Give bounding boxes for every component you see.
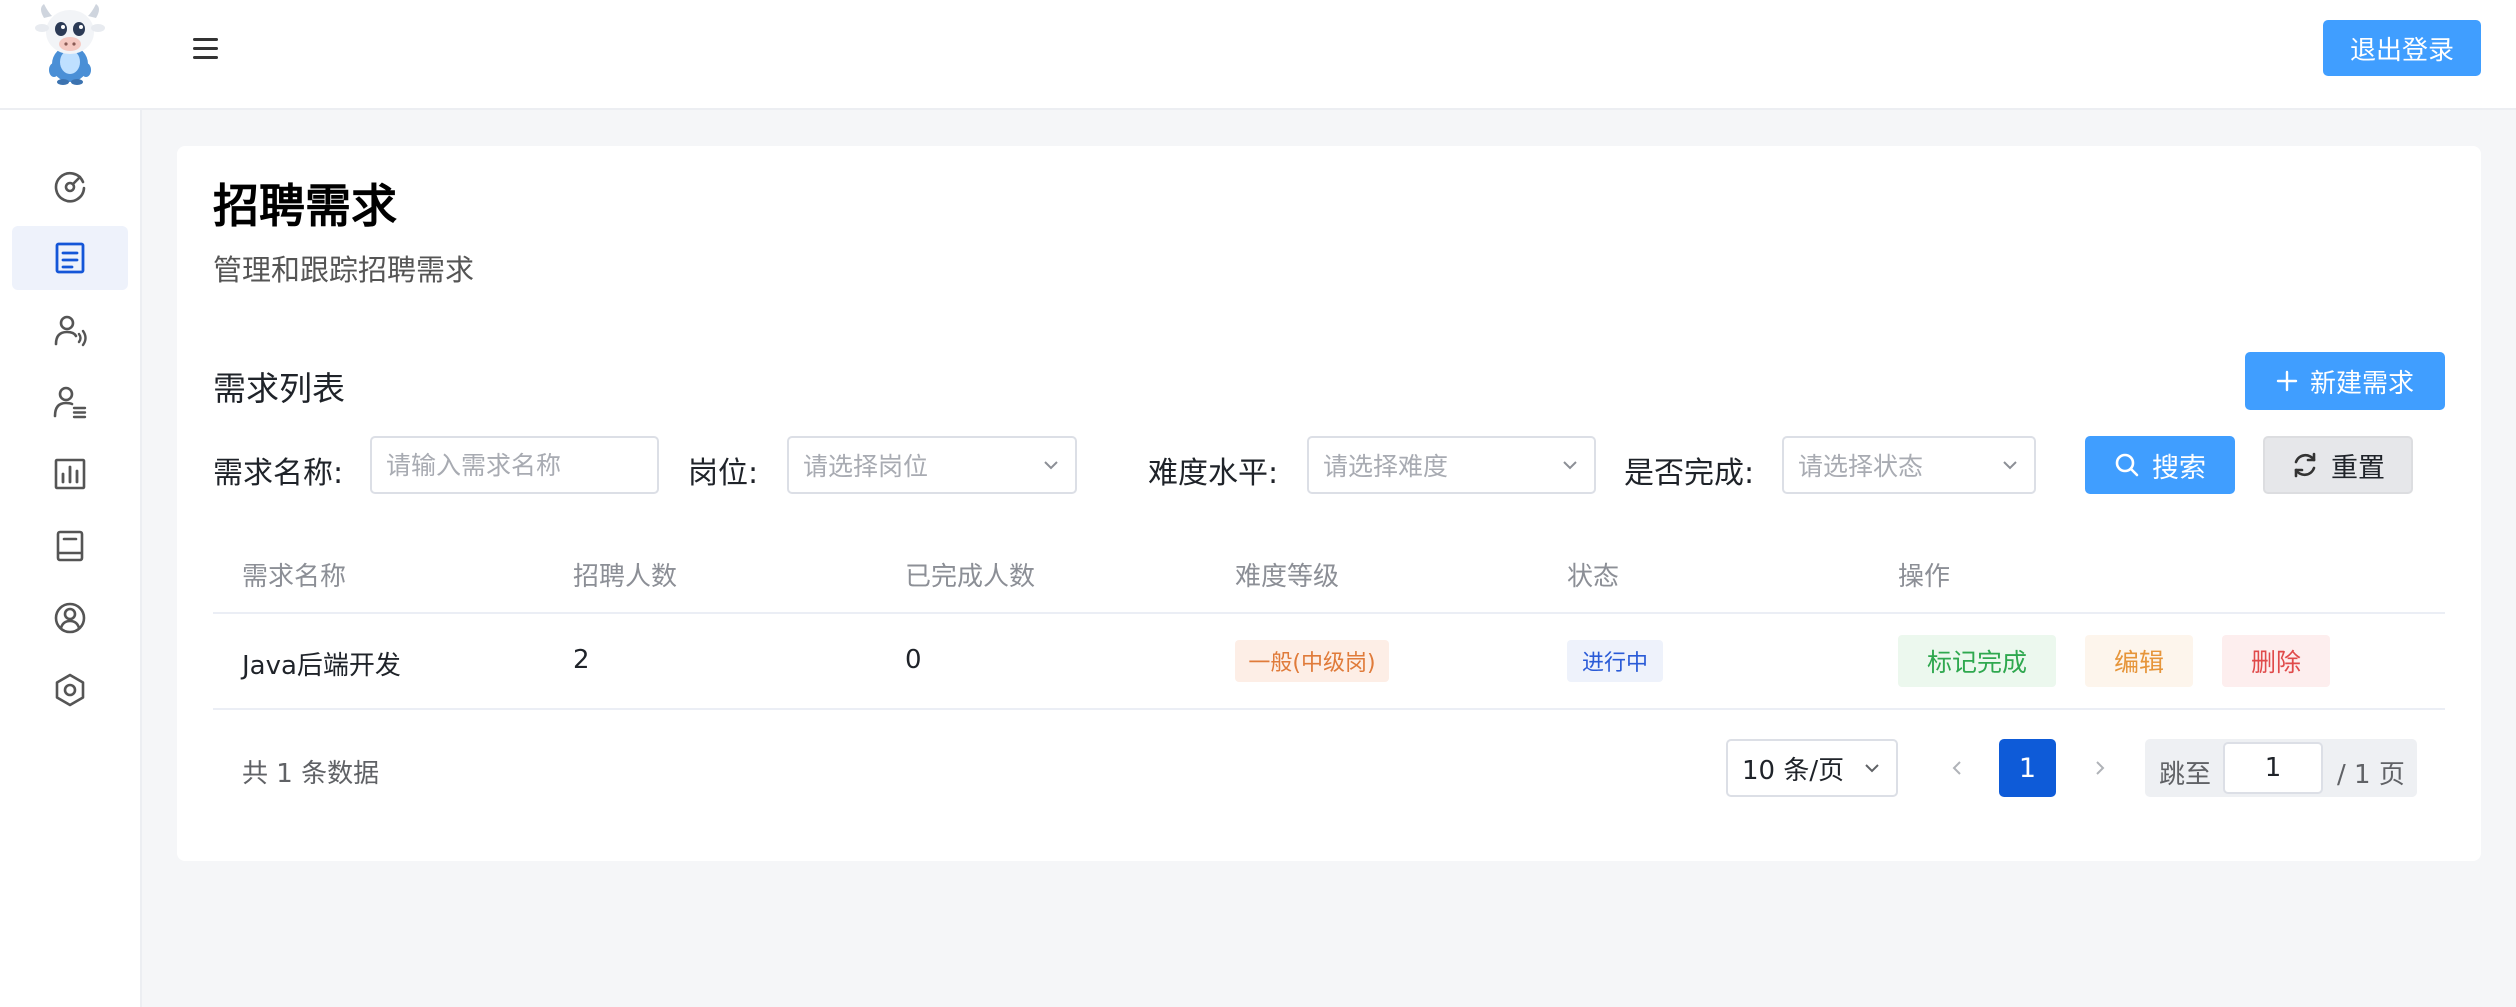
filter-difficulty-label: 难度水平:	[1148, 456, 1279, 491]
cell-name: Java后端开发	[242, 651, 401, 681]
jump-suffix: / 1 页	[2337, 760, 2405, 790]
sidebar-item-profile[interactable]	[12, 586, 128, 650]
search-label: 搜索	[2152, 452, 2206, 484]
column-header-name: 需求名称	[242, 562, 347, 592]
filter-status-placeholder: 请选择状态	[1798, 452, 1924, 481]
page-size-value: 10 条/页	[1742, 755, 1845, 786]
filter-name-input[interactable]	[370, 436, 659, 494]
sidebar-item-requirements[interactable]	[12, 226, 128, 290]
sidebar-item-settings[interactable]	[12, 658, 128, 722]
cell-completed: 0	[905, 645, 922, 675]
settings-hexagon-icon	[55, 673, 85, 707]
mark-complete-button[interactable]: 标记完成	[1898, 635, 2056, 687]
dashboard-gauge-icon	[54, 172, 86, 203]
filter-name-label: 需求名称:	[213, 456, 344, 491]
page-subtitle: 管理和跟踪招聘需求	[213, 253, 475, 287]
table-row-divider	[213, 708, 2445, 710]
chevron-down-icon	[1563, 461, 1577, 470]
difficulty-tag: 一般(中级岗)	[1235, 640, 1389, 682]
filter-position-label: 岗位:	[688, 456, 759, 491]
reset-button[interactable]: 重置	[2263, 436, 2413, 494]
column-header-count: 招聘人数	[573, 562, 678, 592]
new-requirement-button[interactable]: 新建需求	[2245, 352, 2445, 410]
cell-count: 2	[573, 645, 590, 675]
chevron-down-icon	[1044, 461, 1058, 470]
logout-button[interactable]: 退出登录	[2323, 20, 2481, 76]
filter-difficulty-select[interactable]: 请选择难度	[1307, 436, 1596, 494]
page-title: 招聘需求	[213, 179, 397, 233]
page-jumper: 跳至 / 1 页	[2145, 739, 2417, 797]
bar-chart-icon	[54, 458, 86, 490]
user-list-icon	[53, 386, 87, 419]
filter-status-label: 是否完成:	[1624, 456, 1755, 491]
delete-button[interactable]: 删除	[2222, 635, 2330, 687]
filter-position-placeholder: 请选择岗位	[803, 452, 929, 481]
sidebar-item-knowledge[interactable]	[12, 514, 128, 578]
sidebar-item-interviews[interactable]	[12, 370, 128, 434]
filter-position-select[interactable]: 请选择岗位	[787, 436, 1077, 494]
book-icon	[56, 530, 84, 562]
jump-page-input[interactable]	[2223, 742, 2323, 794]
chevron-down-icon	[1865, 764, 1879, 773]
reset-label: 重置	[2331, 452, 2385, 484]
filter-status-select[interactable]: 请选择状态	[1782, 436, 2036, 494]
refresh-icon	[2294, 452, 2316, 478]
search-icon	[2115, 453, 2139, 477]
user-voice-icon	[54, 315, 87, 347]
menu-toggle-icon[interactable]	[190, 34, 224, 64]
column-header-actions: 操作	[1898, 562, 1951, 592]
top-header: 退出登录	[0, 0, 2516, 110]
next-page-button[interactable]	[2080, 744, 2120, 792]
cow-mascot-logo	[30, 2, 110, 86]
edit-button[interactable]: 编辑	[2085, 635, 2193, 687]
document-list-icon	[55, 242, 85, 274]
jump-label: 跳至	[2159, 760, 2212, 790]
chevron-right-icon	[2096, 761, 2105, 775]
main-card	[177, 146, 2481, 861]
sidebar-item-dashboard[interactable]	[12, 154, 128, 218]
search-button[interactable]: 搜索	[2085, 436, 2235, 494]
chevron-down-icon	[2003, 461, 2017, 470]
new-requirement-label: 新建需求	[2309, 368, 2414, 399]
section-title: 需求列表	[213, 369, 345, 408]
status-badge: 进行中	[1567, 640, 1663, 682]
column-header-status: 状态	[1567, 562, 1620, 592]
table-header-divider	[213, 612, 2445, 614]
prev-page-button[interactable]	[1937, 744, 1977, 792]
filter-difficulty-placeholder: 请选择难度	[1323, 452, 1449, 481]
chevron-left-icon	[1952, 761, 1961, 775]
column-header-difficulty: 难度等级	[1235, 562, 1340, 592]
user-circle-icon	[54, 602, 86, 634]
total-count: 共 1 条数据	[242, 759, 380, 789]
sidebar-item-statistics[interactable]	[12, 442, 128, 506]
page-size-select[interactable]: 10 条/页	[1726, 739, 1898, 797]
plus-icon	[2276, 370, 2298, 392]
page-number-current[interactable]: 1	[1999, 739, 2056, 797]
sidebar	[0, 110, 142, 1007]
sidebar-item-candidates[interactable]	[12, 298, 128, 362]
column-header-completed: 已完成人数	[905, 562, 1036, 592]
